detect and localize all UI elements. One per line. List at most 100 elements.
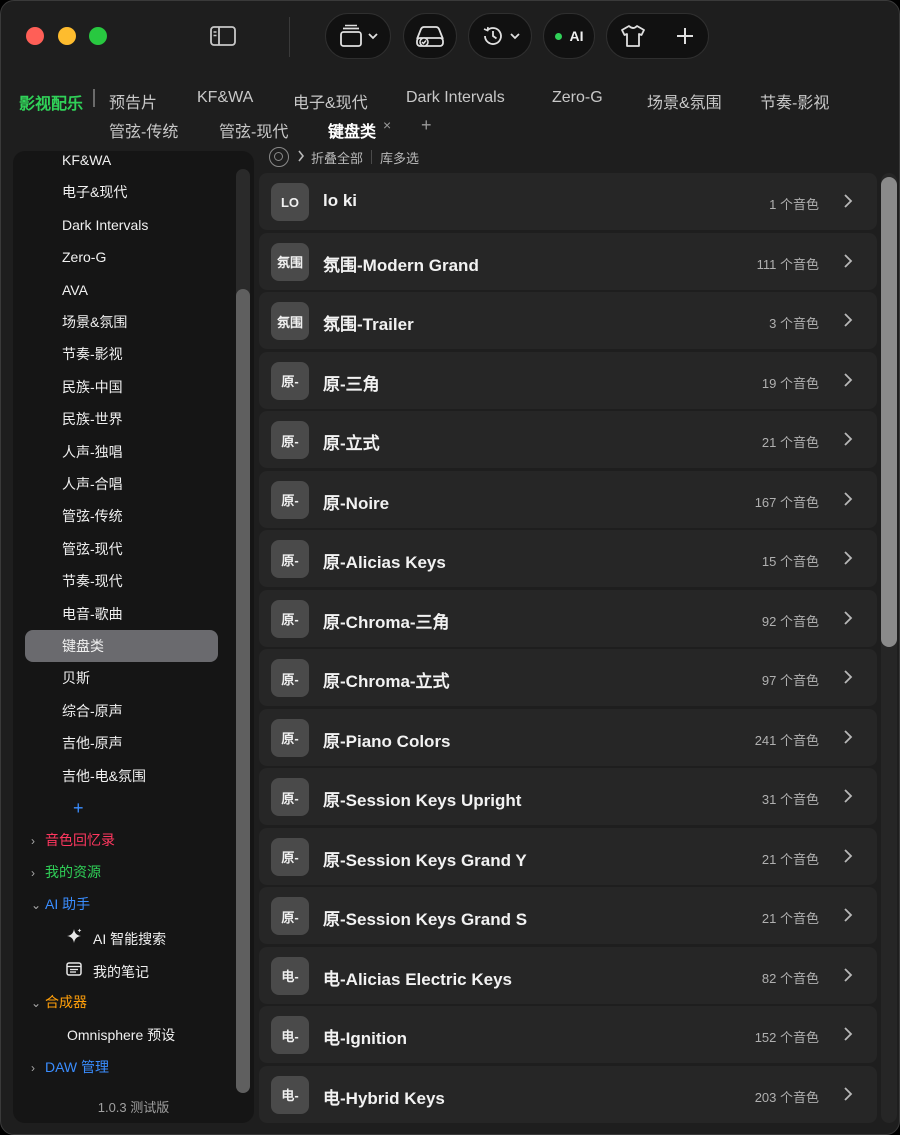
library-row[interactable]: 原- 原-Chroma-三角 92 个音色	[259, 589, 877, 647]
sidebar-item[interactable]: 贝斯	[25, 662, 218, 694]
notes-item[interactable]: 我的笔记	[65, 960, 149, 983]
library-row[interactable]: 原- 原-Session Keys Grand Y 21 个音色	[259, 827, 877, 885]
sidebar-item[interactable]: 管弦-现代	[25, 533, 218, 565]
library-row[interactable]: 氛围 氛围-Modern Grand 111 个音色	[259, 232, 877, 290]
minimize-window-button[interactable]	[58, 27, 76, 45]
zoom-window-button[interactable]	[89, 27, 107, 45]
library-badge: 原-	[271, 897, 309, 935]
tab-add-icon[interactable]: +	[421, 115, 432, 136]
preset-count: 152 个音色	[754, 1030, 819, 1045]
library-badge: 原-	[271, 480, 309, 519]
chevron-down-icon: ⌄	[31, 898, 42, 912]
tab-keyboards[interactable]: 键盘类	[328, 118, 376, 142]
chevron-right-icon[interactable]	[841, 848, 855, 864]
chevron-right-icon[interactable]	[841, 1026, 855, 1042]
sidebar-item[interactable]: Zero-G	[25, 241, 218, 273]
chevron-right-icon[interactable]	[841, 729, 855, 745]
search-icon[interactable]	[269, 147, 289, 167]
chevron-right-icon[interactable]	[841, 967, 855, 983]
ai-search-item[interactable]: AI 智能搜索	[65, 927, 166, 950]
library-row[interactable]: 电- 电-Ignition 152 个音色	[259, 1006, 877, 1063]
sidebar-item[interactable]: 吉他-原声	[25, 727, 218, 759]
chevron-right-icon[interactable]	[841, 788, 855, 804]
tab-orchestral-modern[interactable]: 管弦-现代	[219, 118, 288, 142]
library-name: 原-Chroma-立式	[323, 672, 450, 691]
sidebar-item[interactable]: 节奏-影视	[25, 338, 218, 370]
sidebar-item[interactable]: 节奏-现代	[25, 565, 218, 597]
sidebar-item[interactable]: 场景&氛围	[25, 306, 218, 338]
chevron-right-icon[interactable]	[841, 907, 855, 923]
section-resources[interactable]: › 我的资源	[31, 862, 101, 883]
chevron-right-icon[interactable]	[841, 193, 855, 209]
chevron-right-icon[interactable]	[841, 431, 855, 447]
library-row[interactable]: 原- 原-Chroma-立式 97 个音色	[259, 649, 877, 706]
section-ai-assistant[interactable]: ⌄ AI 助手	[31, 894, 90, 915]
sidebar-item[interactable]: 管弦-传统	[25, 500, 218, 532]
tab-scene-ambience[interactable]: 场景&氛围	[647, 89, 722, 113]
library-row[interactable]: 原- 原-三角 19 个音色	[259, 351, 877, 409]
drive-status-button[interactable]	[403, 13, 457, 59]
close-window-button[interactable]	[26, 27, 44, 45]
library-row[interactable]: 原- 原-Noire 167 个音色	[259, 470, 877, 528]
list-scrollbar-thumb[interactable]	[881, 177, 897, 647]
tab-kfwa[interactable]: KF&WA	[197, 89, 253, 107]
section-daw[interactable]: › DAW 管理	[31, 1057, 109, 1078]
library-menu-button[interactable]	[325, 13, 391, 59]
sidebar-item[interactable]: 综合-原声	[25, 695, 218, 727]
chevron-right-icon[interactable]	[841, 491, 855, 507]
sidebar-item[interactable]: 人声-合唱	[25, 468, 218, 500]
plus-icon[interactable]	[674, 25, 696, 47]
library-row[interactable]: LO lo ki 1 个音色	[259, 173, 877, 230]
tab-rhythm-film[interactable]: 节奏-影视	[760, 89, 829, 113]
library-badge: 原-	[271, 778, 309, 816]
sidebar-item[interactable]: 民族-世界	[25, 403, 218, 435]
section-synth[interactable]: ⌄ 合成器	[31, 992, 87, 1013]
sidebar-scrollbar-thumb[interactable]	[236, 289, 250, 1093]
library-row[interactable]: 氛围 氛围-Trailer 3 个音色	[259, 292, 877, 349]
chevron-right-icon[interactable]	[841, 550, 855, 566]
library-name: 原-Alicias Keys	[323, 553, 446, 572]
omnisphere-presets-item[interactable]: Omnisphere 预设	[67, 1025, 175, 1045]
chevron-right-icon[interactable]	[841, 1086, 855, 1102]
sidebar-toggle-icon[interactable]	[209, 25, 237, 47]
section-resources-label: 我的资源	[45, 864, 101, 880]
tab-orchestral-traditional[interactable]: 管弦-传统	[109, 118, 178, 142]
sidebar-item[interactable]: KF&WA	[25, 151, 218, 176]
chevron-right-icon[interactable]	[841, 372, 855, 388]
library-row[interactable]: 原- 原-Session Keys Grand S 21 个音色	[259, 887, 877, 944]
collapse-all-button[interactable]: 折叠全部	[311, 148, 363, 167]
tshirt-icon[interactable]	[619, 23, 647, 49]
tab-category[interactable]: 影视配乐	[19, 90, 83, 114]
chevron-right-icon[interactable]	[841, 610, 855, 626]
sidebar-item[interactable]: 键盘类	[25, 630, 218, 662]
library-row[interactable]: 电- 电-Hybrid Keys 203 个音色	[259, 1065, 877, 1123]
sidebar-item[interactable]: 吉他-电&氛围	[25, 760, 218, 792]
section-ai-assistant-label: AI 助手	[45, 896, 91, 912]
tab-trailer[interactable]: 预告片	[109, 89, 157, 113]
tab-zero-g[interactable]: Zero-G	[552, 89, 603, 107]
chevron-right-icon[interactable]	[841, 669, 855, 685]
sidebar-item[interactable]: 民族-中国	[25, 371, 218, 403]
library-row[interactable]: 电- 电-Alicias Electric Keys 82 个音色	[259, 946, 877, 1004]
sidebar-item[interactable]: AVA	[25, 274, 218, 306]
library-row[interactable]: 原- 原-立式 21 个音色	[259, 411, 877, 468]
chevron-right-icon[interactable]	[841, 253, 855, 269]
multi-select-button[interactable]: 库多选	[380, 148, 419, 167]
sidebar-item[interactable]: 人声-独唱	[25, 436, 218, 468]
section-synth-label: 合成器	[45, 994, 87, 1010]
ai-button[interactable]: AI	[543, 13, 595, 59]
library-row[interactable]: 原- 原-Piano Colors 241 个音色	[259, 708, 877, 766]
version-label: 1.0.3 测试版	[97, 1100, 170, 1115]
chevron-right-icon[interactable]	[841, 312, 855, 328]
sidebar-item[interactable]: 电音-歌曲	[25, 598, 218, 630]
library-row[interactable]: 原- 原-Session Keys Upright 31 个音色	[259, 768, 877, 825]
library-row[interactable]: 原- 原-Alicias Keys 15 个音色	[259, 530, 877, 587]
tab-close-icon[interactable]: ×	[383, 117, 391, 133]
section-memory[interactable]: › 音色回忆录	[31, 830, 115, 851]
sidebar-item[interactable]: Dark Intervals	[25, 209, 218, 241]
history-menu-button[interactable]	[468, 13, 532, 59]
tab-electronic-modern[interactable]: 电子&现代	[293, 89, 368, 113]
sidebar-item[interactable]: 电子&现代	[25, 176, 218, 208]
add-library-button[interactable]: +	[73, 799, 84, 817]
tab-dark-intervals[interactable]: Dark Intervals	[406, 89, 505, 107]
